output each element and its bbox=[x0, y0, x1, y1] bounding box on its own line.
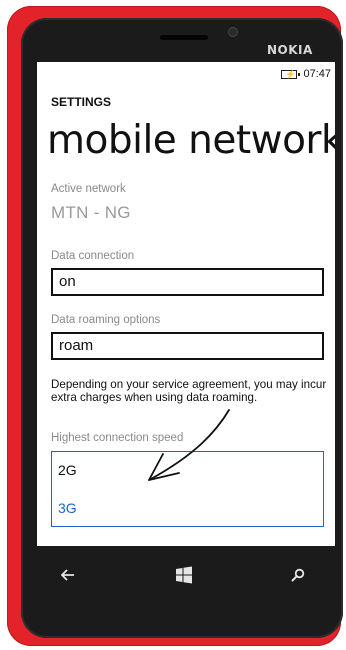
speed-option-2g[interactable]: 2G bbox=[58, 462, 77, 478]
earpiece-icon bbox=[160, 35, 208, 40]
status-bar: ⚡ 07:47 bbox=[281, 68, 331, 80]
active-network-value: MTN - NG bbox=[51, 203, 131, 222]
active-network-label: Active network bbox=[51, 183, 126, 195]
speed-option-3g[interactable]: 3G bbox=[58, 500, 77, 516]
roaming-note: Depending on your service agreement, you… bbox=[51, 378, 327, 404]
front-camera-icon bbox=[228, 27, 238, 37]
hardware-nav-bar bbox=[37, 548, 335, 608]
windows-start-icon[interactable] bbox=[169, 560, 199, 590]
phone-screen: ⚡ 07:47 SETTINGS mobile network Active n… bbox=[37, 62, 335, 546]
data-roaming-label: Data roaming options bbox=[51, 314, 161, 326]
brand-logo: NOKIA bbox=[267, 43, 313, 57]
search-icon[interactable] bbox=[283, 560, 313, 590]
data-roaming-picker[interactable]: roam bbox=[51, 332, 324, 360]
connection-speed-label: Highest connection speed bbox=[51, 432, 184, 444]
battery-charging-icon: ⚡ bbox=[281, 69, 301, 79]
data-connection-picker[interactable]: on bbox=[51, 268, 324, 296]
connection-speed-list[interactable]: 2G 3G bbox=[51, 451, 324, 527]
back-arrow-icon[interactable] bbox=[53, 560, 83, 590]
status-time: 07:47 bbox=[303, 68, 331, 80]
app-title: SETTINGS bbox=[51, 95, 112, 109]
page-title: mobile network bbox=[47, 118, 335, 163]
data-connection-label: Data connection bbox=[51, 250, 135, 262]
